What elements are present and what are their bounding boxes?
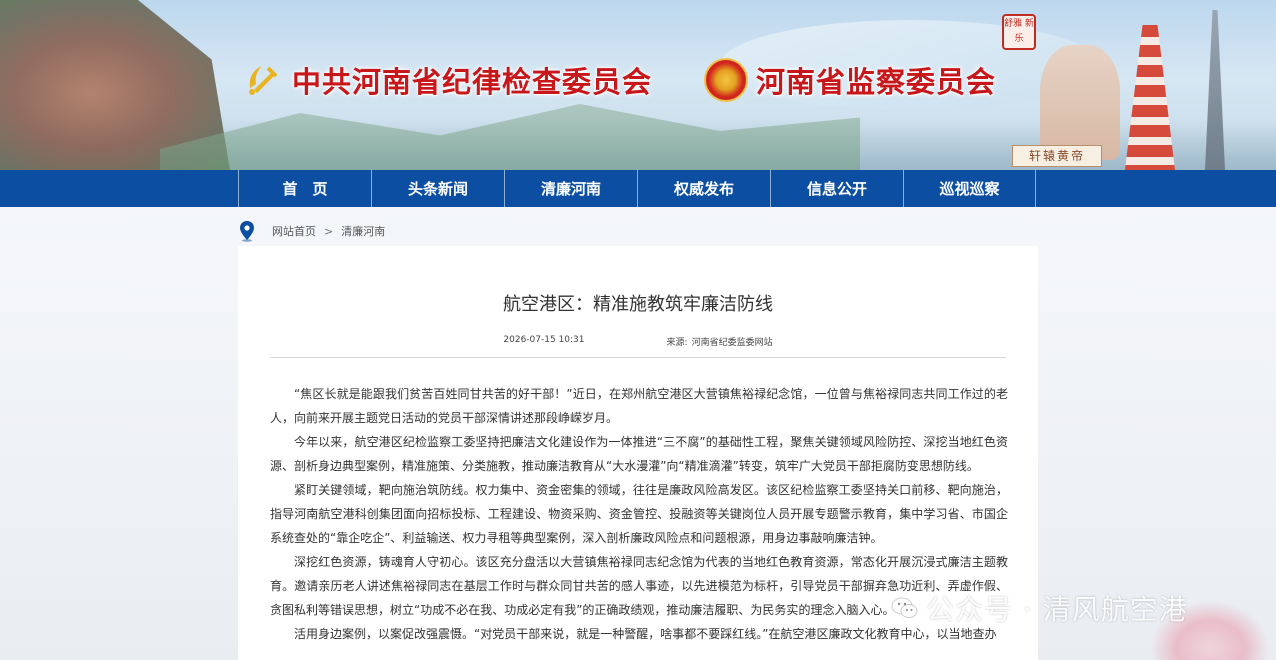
nav-item-clean-henan[interactable]: 清廉河南: [504, 170, 637, 207]
location-pin-icon: [240, 221, 254, 242]
article-title: 航空港区：精准施教筑牢廉洁防线: [503, 294, 773, 315]
red-seal-stamp: 舒雅 新乐: [1002, 14, 1036, 50]
org-title-right: 河南省监察委员会: [704, 58, 996, 102]
paragraph: “焦区长就是能跟我们贫苦百姓同甘共苦的好干部！”近日，在郑州航空港区大营镇焦裕禄…: [270, 387, 1008, 425]
nav-item-inspection[interactable]: 巡视巡察: [903, 170, 1036, 207]
pagoda-tower-image: [1125, 25, 1175, 170]
nav-item-home[interactable]: 首 页: [238, 170, 371, 207]
paragraph: 紧盯关键领域，靶向施治筑防线。权力集中、资金密集的领域，往往是廉政风险高发区。该…: [270, 483, 1008, 545]
breadcrumb-current-link[interactable]: 清廉河南: [341, 223, 385, 239]
wechat-watermark: 公众号 · 清风航空港: [890, 588, 1188, 628]
nav-menu: 首 页 头条新闻 清廉河南 权威发布 信息公开 巡视巡察: [238, 170, 1036, 207]
paragraph: 今年以来，航空港区纪检监察工委坚持把廉洁文化建设作为一体推进“三不腐”的基础性工…: [270, 435, 1008, 473]
nav-item-headlines[interactable]: 头条新闻: [371, 170, 504, 207]
supervision-title: 河南省监察委员会: [756, 65, 997, 99]
watermark-text: 公众号 · 清风航空港: [926, 593, 1188, 626]
commission-title: 中共河南省纪律检查委员会: [292, 65, 653, 99]
nav-item-info-disclosure[interactable]: 信息公开: [770, 170, 903, 207]
main-nav: 首 页 头条新闻 清廉河南 权威发布 信息公开 巡视巡察: [0, 170, 1276, 207]
source-label: 来源:: [666, 338, 688, 348]
party-emblem-icon: [240, 58, 284, 102]
wechat-icon: [891, 597, 918, 618]
nav-item-official-release[interactable]: 权威发布: [637, 170, 770, 207]
breadcrumb: 网站首页 > 清廉河南: [238, 218, 385, 244]
source-name: 河南省纪委监委网站: [691, 338, 773, 348]
national-emblem-icon: [704, 58, 748, 102]
statue-plaque: 轩辕黄帝: [1012, 145, 1102, 167]
breadcrumb-home-link[interactable]: 网站首页: [272, 223, 316, 239]
org-title-left: 中共河南省纪律检查委员会: [240, 58, 652, 102]
tv-tower-image: [1205, 10, 1225, 170]
yellow-emperor-statue-image: [1040, 45, 1120, 160]
landscape-hills-image: [160, 104, 860, 170]
article-meta: 2026-07-15 10:31 来源: 河南省纪委监委网站: [238, 335, 1038, 348]
header-banner: 舒雅 新乐 轩辕黄帝 中共河南省纪律检查委员会 河南省监察委员会: [0, 0, 1276, 170]
publish-date: 2026-07-15 10:31: [503, 335, 585, 345]
breadcrumb-separator: >: [324, 224, 334, 238]
title-divider: [270, 357, 1006, 358]
